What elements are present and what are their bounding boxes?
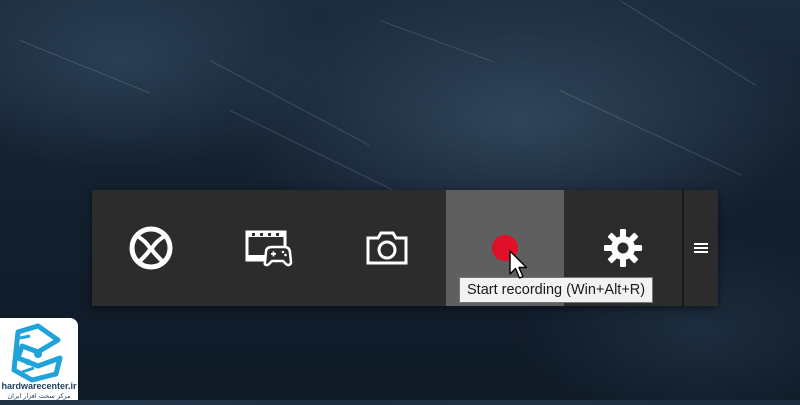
hardwarecenter-logo: hardwarecenter.ir مرکز سخت افزار ایران <box>0 318 78 400</box>
game-dvr-button[interactable] <box>210 190 328 306</box>
screenshot-button[interactable] <box>328 190 446 306</box>
svg-text:hardwarecenter.ir: hardwarecenter.ir <box>1 381 77 391</box>
background-streak <box>209 60 370 146</box>
xbox-button[interactable] <box>92 190 210 306</box>
camera-icon <box>366 231 408 265</box>
gear-icon <box>604 229 642 267</box>
record-tooltip: Start recording (Win+Alt+R) <box>459 277 654 303</box>
background-streak <box>19 40 150 94</box>
more-options-button[interactable] <box>682 190 718 306</box>
background-streak <box>559 90 742 176</box>
mouse-pointer-icon <box>509 250 528 279</box>
logo-image: hardwarecenter.ir مرکز سخت افزار ایران <box>1 323 77 400</box>
background-streak <box>619 0 756 86</box>
menu-icon <box>694 243 708 253</box>
xbox-icon <box>129 226 173 270</box>
game-dvr-icon <box>245 230 293 267</box>
background-streak <box>379 20 493 63</box>
svg-text:مرکز سخت افزار ایران: مرکز سخت افزار ایران <box>7 392 70 400</box>
